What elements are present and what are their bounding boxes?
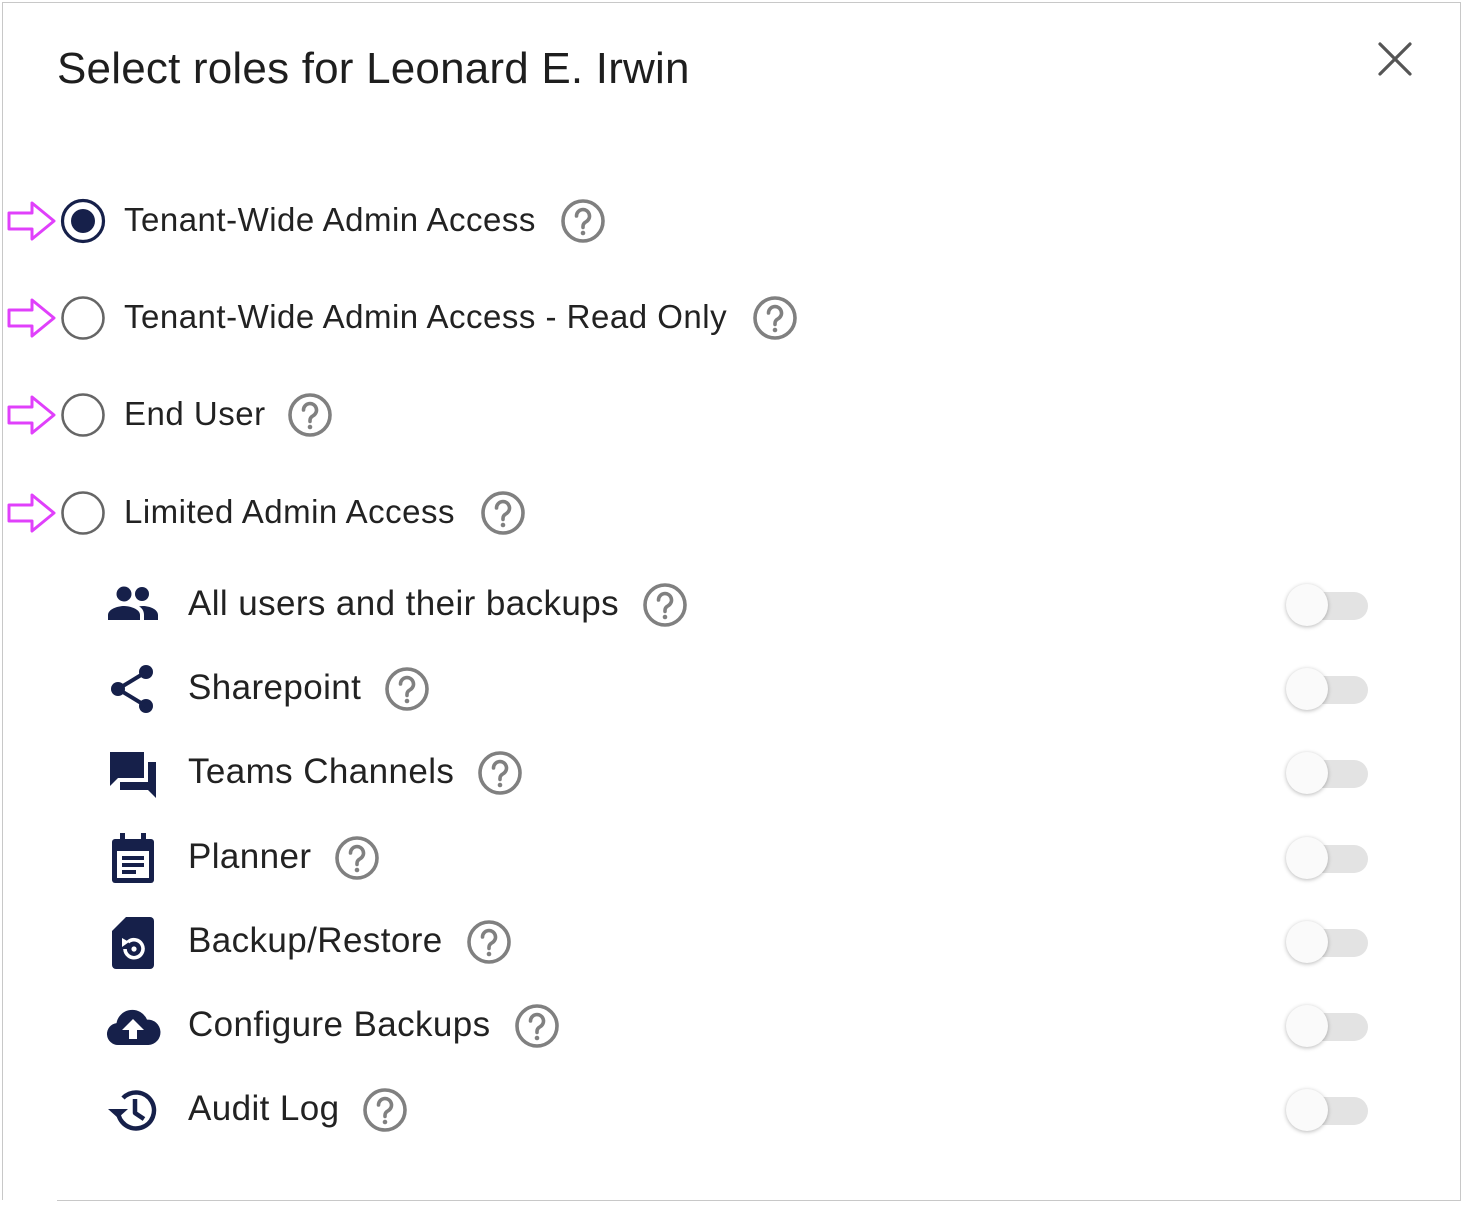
file-restore-icon bbox=[112, 917, 154, 969]
permission-toggle[interactable] bbox=[1284, 750, 1370, 798]
permission-toggle[interactable] bbox=[1284, 919, 1370, 967]
help-icon[interactable] bbox=[286, 391, 334, 439]
help-icon[interactable] bbox=[476, 749, 524, 797]
help-icon[interactable] bbox=[513, 1002, 561, 1050]
role-label: End User bbox=[124, 395, 266, 432]
permission-toggle[interactable] bbox=[1284, 1087, 1370, 1135]
permission-label: Audit Log bbox=[188, 1089, 340, 1128]
users-icon bbox=[108, 586, 158, 620]
help-icon[interactable] bbox=[465, 918, 513, 966]
permission-label: Teams Channels bbox=[188, 752, 455, 791]
annotation-arrow-icon bbox=[7, 298, 56, 338]
permission-label: All users and their backups bbox=[188, 584, 620, 623]
role-label: Tenant-Wide Admin Access - Read Only bbox=[124, 298, 728, 335]
annotation-arrow-icon bbox=[7, 493, 56, 533]
permission-toggle[interactable] bbox=[1284, 666, 1370, 714]
permission-toggle[interactable] bbox=[1284, 835, 1370, 883]
annotation-arrow-icon bbox=[7, 201, 56, 241]
help-icon[interactable] bbox=[641, 581, 689, 629]
permission-label: Backup/Restore bbox=[188, 921, 443, 960]
role-label: Limited Admin Access bbox=[124, 493, 455, 530]
annotation-arrow-icon bbox=[7, 395, 56, 435]
history-icon bbox=[108, 1090, 157, 1131]
toggle-knob bbox=[1286, 921, 1328, 963]
radio-unselected[interactable] bbox=[60, 490, 106, 536]
toggle-knob bbox=[1286, 1005, 1328, 1047]
dialog-title: Select roles for Leonard E. Irwin bbox=[57, 44, 690, 93]
permission-label: Configure Backups bbox=[188, 1005, 491, 1044]
toggle-knob bbox=[1286, 1089, 1328, 1131]
permission-toggle[interactable] bbox=[1284, 582, 1370, 630]
radio-unselected[interactable] bbox=[60, 295, 106, 341]
toggle-knob bbox=[1286, 837, 1328, 879]
role-label: Tenant-Wide Admin Access bbox=[124, 201, 536, 238]
help-icon[interactable] bbox=[559, 197, 607, 245]
toggle-knob bbox=[1286, 752, 1328, 794]
help-icon[interactable] bbox=[479, 489, 527, 537]
toggle-knob bbox=[1286, 584, 1328, 626]
radio-unselected[interactable] bbox=[60, 392, 106, 438]
help-icon[interactable] bbox=[333, 834, 381, 882]
help-icon[interactable] bbox=[383, 665, 431, 713]
close-icon[interactable] bbox=[1372, 36, 1418, 82]
cloud-upload-icon bbox=[106, 1009, 161, 1045]
dialog-bottom-border bbox=[57, 1200, 1461, 1201]
permission-label: Planner bbox=[188, 837, 312, 876]
permission-toggle[interactable] bbox=[1284, 1003, 1370, 1051]
calendar-icon bbox=[112, 833, 154, 883]
chat-icon bbox=[110, 752, 156, 798]
permission-label: Sharepoint bbox=[188, 668, 362, 707]
help-icon[interactable] bbox=[751, 294, 799, 342]
share-icon bbox=[111, 665, 153, 713]
toggle-knob bbox=[1286, 668, 1328, 710]
help-icon[interactable] bbox=[361, 1086, 409, 1134]
radio-selected[interactable] bbox=[60, 198, 106, 244]
